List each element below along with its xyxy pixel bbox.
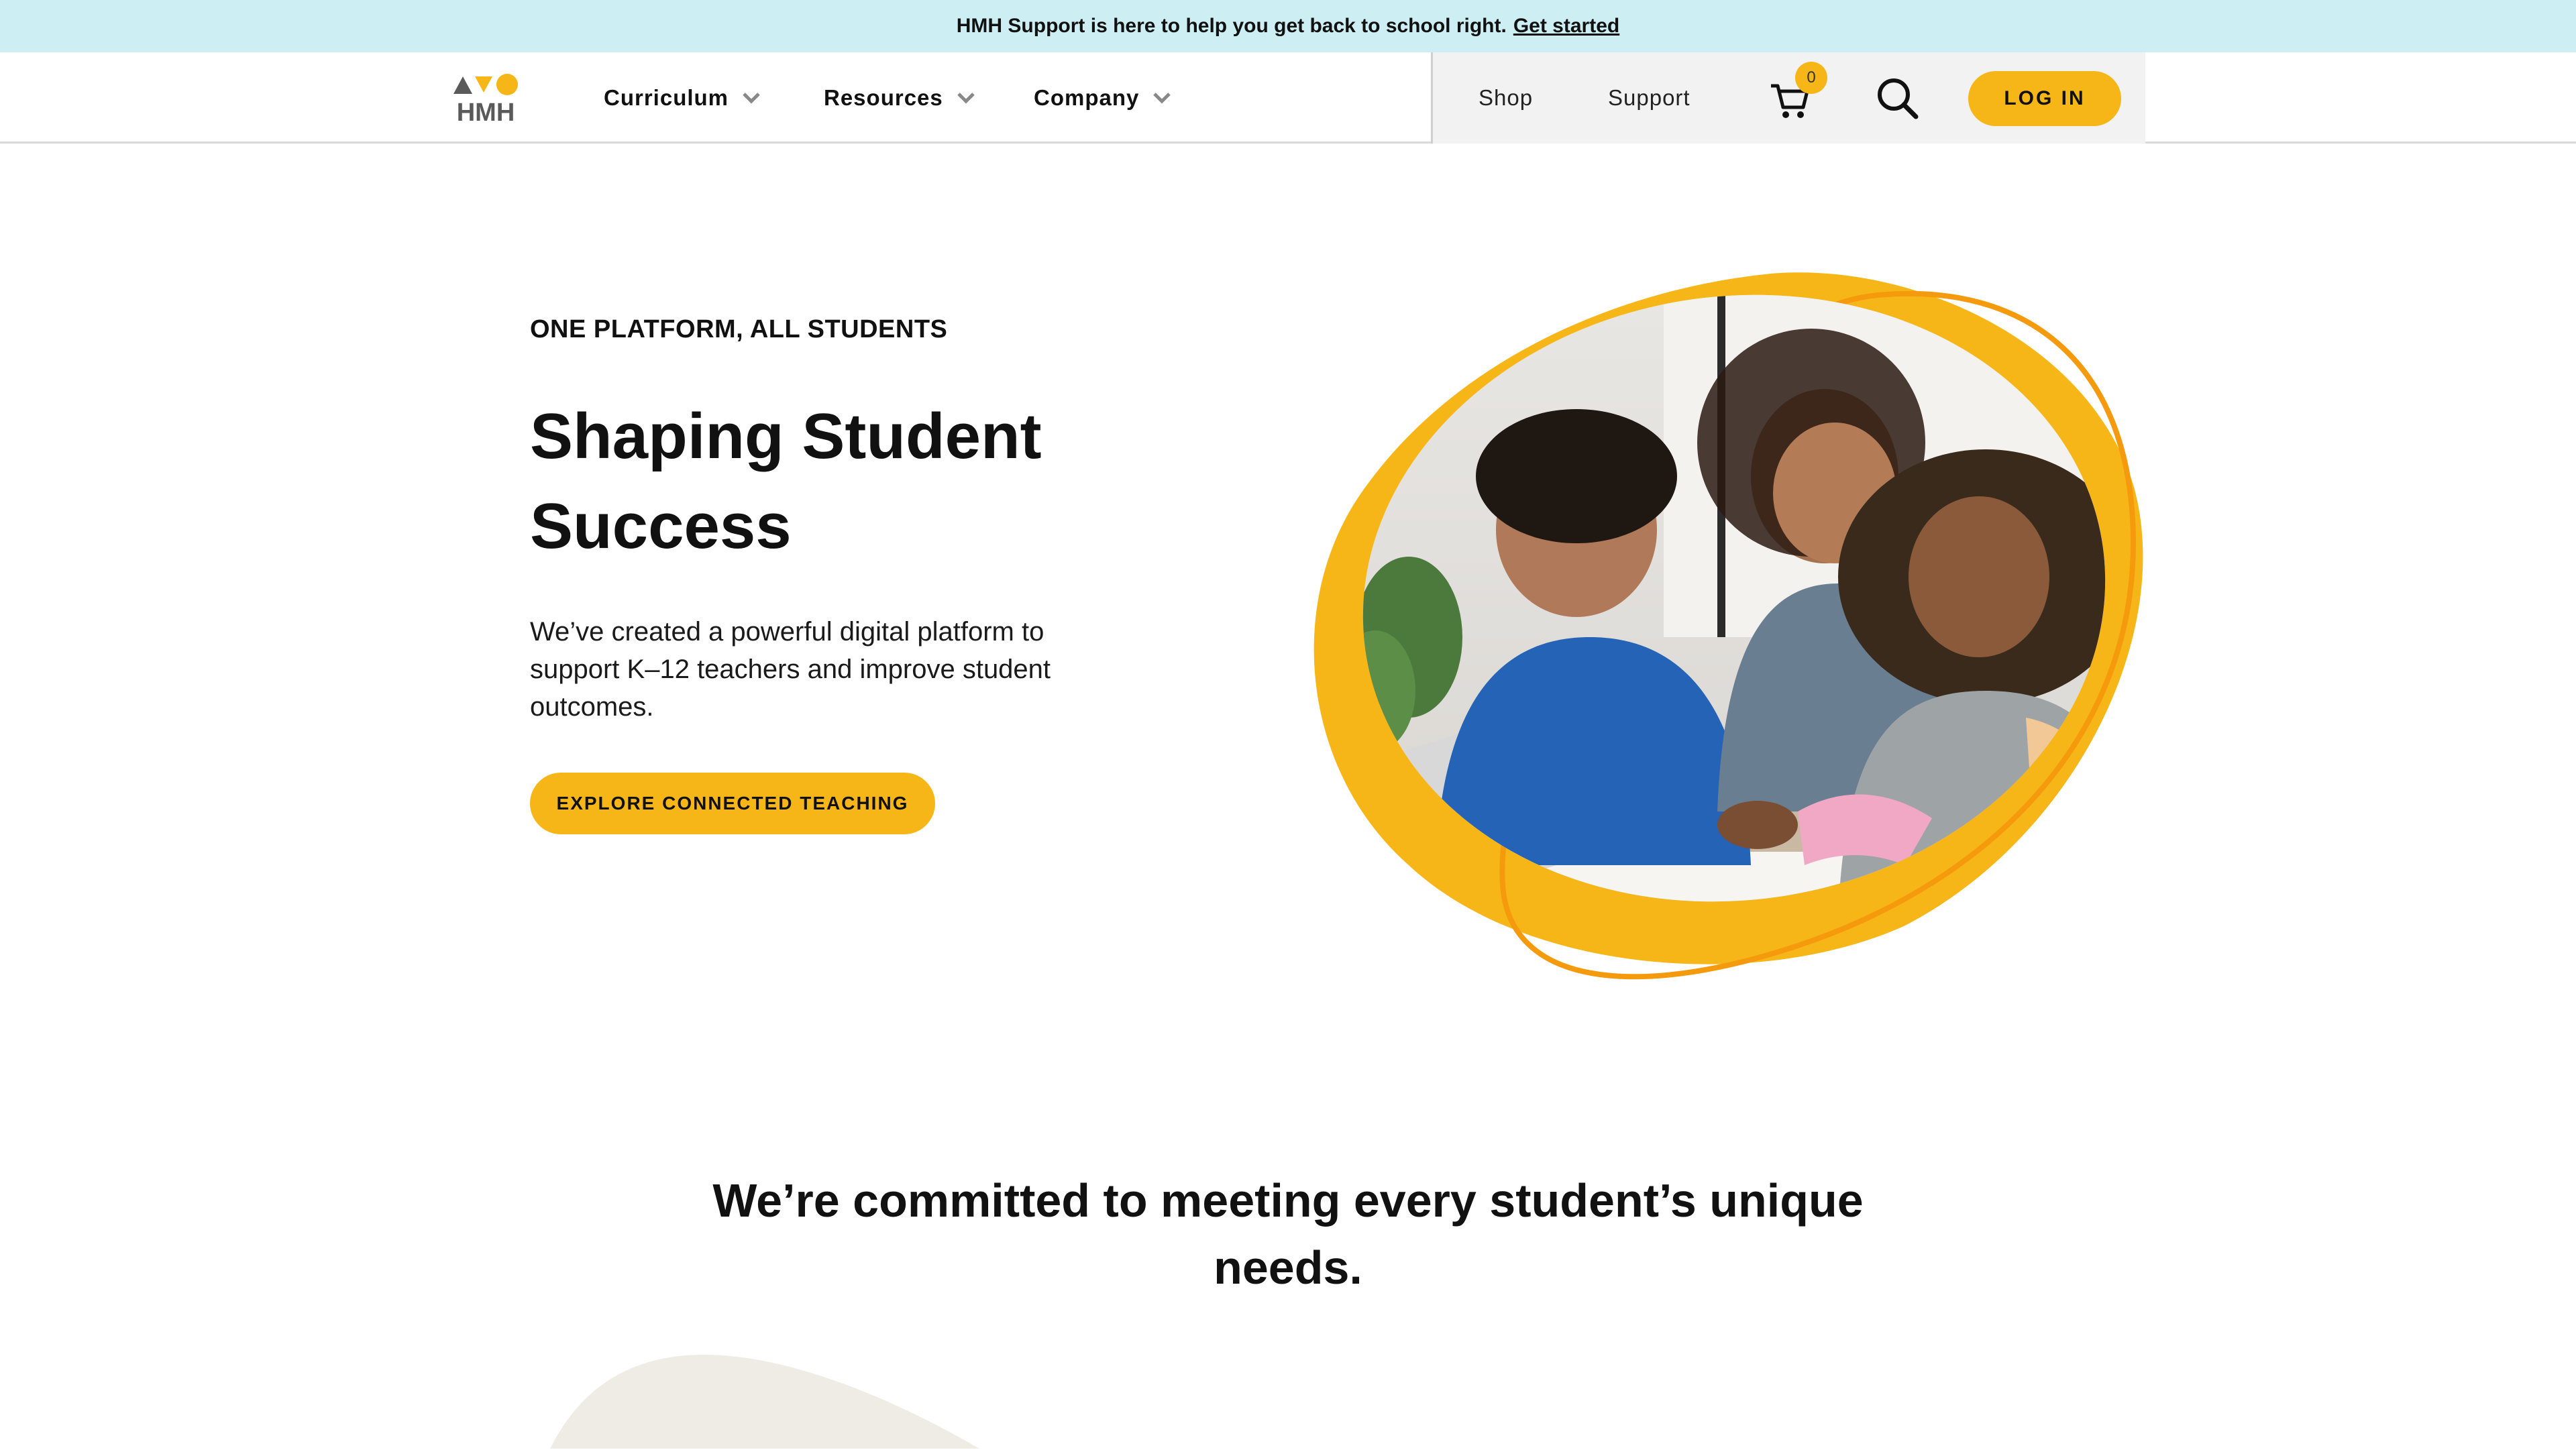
site-header: HMH Curriculum Resources Company Shop Su… bbox=[0, 52, 2576, 144]
hero-title: Shaping Student Success bbox=[530, 400, 1042, 562]
nav-company-label: Company bbox=[1034, 85, 1140, 110]
support-link[interactable]: Support bbox=[1608, 52, 1690, 144]
chevron-down-icon bbox=[1153, 93, 1171, 104]
chevron-down-icon bbox=[743, 93, 760, 104]
chevron-down-icon bbox=[957, 93, 975, 104]
hero-image bbox=[1288, 262, 2153, 999]
wedge-logo-mark bbox=[475, 76, 492, 93]
section-heading: We’re committed to meeting every student… bbox=[712, 1174, 1864, 1294]
announcement-banner: HMH Support is here to help you get back… bbox=[0, 0, 2576, 52]
nav-curriculum-label: Curriculum bbox=[604, 85, 729, 110]
hero-eyebrow: ONE PLATFORM, ALL STUDENTS bbox=[530, 315, 948, 343]
explore-connected-teaching-button[interactable]: EXPLORE CONNECTED TEACHING bbox=[530, 773, 935, 834]
circle-logo-mark bbox=[496, 74, 518, 95]
announcement-text: HMH Support is here to help you get back… bbox=[956, 15, 1507, 37]
nav-resources-label: Resources bbox=[824, 85, 943, 110]
nav-curriculum[interactable]: Curriculum bbox=[604, 52, 761, 144]
logo-wordmark: HMH bbox=[457, 99, 515, 123]
search-icon[interactable] bbox=[1876, 76, 1920, 121]
shop-link[interactable]: Shop bbox=[1479, 52, 1533, 144]
triangle-logo-mark bbox=[453, 76, 472, 94]
nav-resources[interactable]: Resources bbox=[824, 52, 975, 144]
nav-company[interactable]: Company bbox=[1034, 52, 1171, 144]
get-started-link[interactable]: Get started bbox=[1513, 15, 1619, 38]
login-button[interactable]: LOG IN bbox=[1968, 71, 2121, 126]
decorative-beige-shape bbox=[523, 1341, 1033, 1449]
hmh-logo[interactable]: HMH bbox=[451, 72, 521, 127]
cart-count-badge: 0 bbox=[1795, 62, 1827, 94]
hero-description: We’ve created a powerful digital platfor… bbox=[530, 617, 1051, 722]
